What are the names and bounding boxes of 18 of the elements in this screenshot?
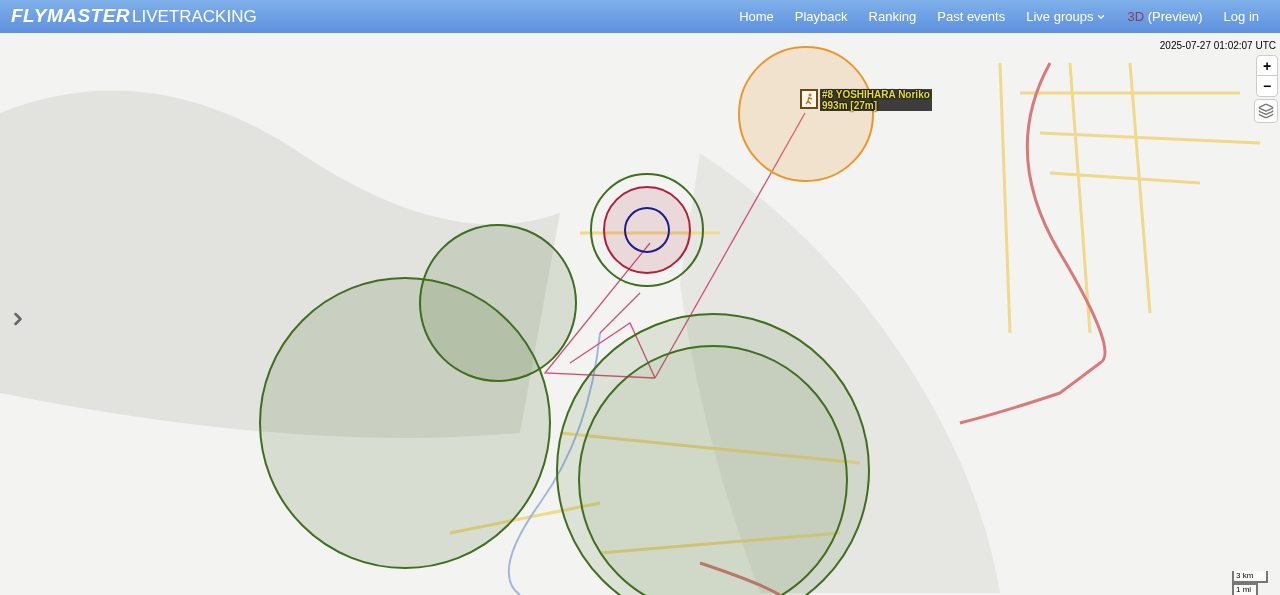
zoom-in-button[interactable]: + [1257, 56, 1277, 76]
nav-dropdown[interactable]: Live groups [1026, 6, 1107, 27]
pilot-marker-icon[interactable] [800, 89, 818, 109]
timestamp: 2025-07-27 01:02:07 UTC [1159, 39, 1276, 53]
nav-link[interactable]: Ranking [868, 6, 917, 27]
nav-link[interactable]: Past events [937, 6, 1006, 27]
layers-button[interactable] [1254, 99, 1278, 123]
nav-link[interactable]: Playback [794, 6, 848, 27]
brand-name: FLYMASTER [11, 4, 130, 29]
scale-bar-imperial: 1 mi [1232, 583, 1258, 595]
scale-bar-metric: 3 km [1232, 571, 1268, 583]
zoom-out-button[interactable]: − [1257, 76, 1277, 96]
nav-link[interactable]: Home [739, 6, 774, 27]
nav-link[interactable]: 3D (Preview) [1127, 6, 1203, 27]
pilot-name: #8 YOSHIHARA Noriko [822, 89, 930, 100]
nav-link[interactable]: Log in [1223, 6, 1259, 27]
pilot-altitude: 993m [27m] [822, 100, 879, 111]
brand-suffix: LIVETRACKING [132, 6, 257, 29]
